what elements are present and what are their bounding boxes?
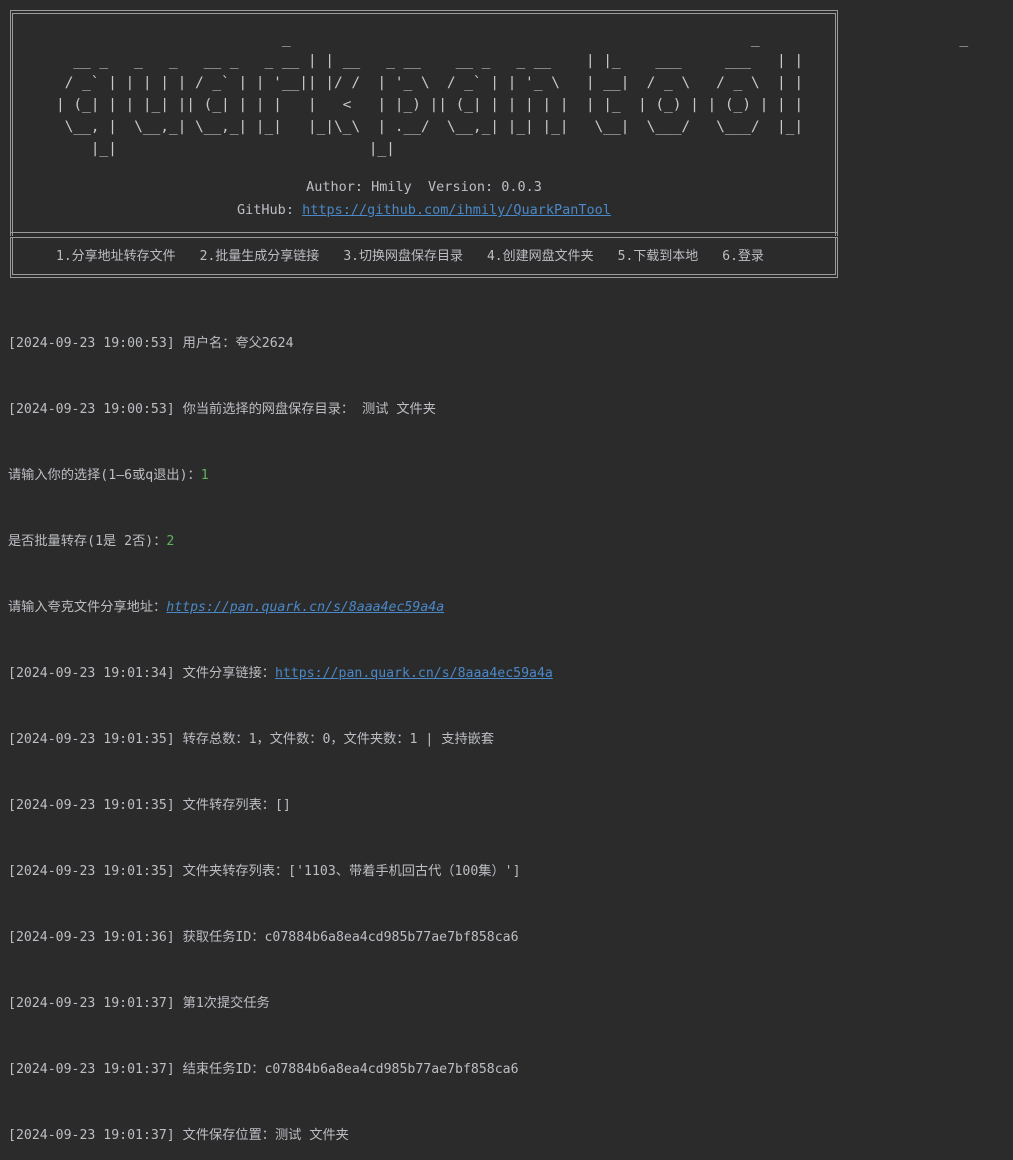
log-line: [2024-09-23 19:01:37] 结束任务ID：c07884b6a8e…: [8, 1062, 519, 1077]
prompt-line: 是否批量转存(1是 2否)：2: [8, 531, 553, 553]
log-text: [2024-09-23 19:01:34] 文件分享链接：: [8, 666, 275, 681]
menu-item-switch-dir: 3.切换网盘保存目录: [343, 249, 463, 264]
prompt-line: 请输入你的选择(1—6或q退出)：1: [8, 465, 553, 487]
log-line: [2024-09-23 19:01:36] 获取任务ID：c07884b6a8e…: [8, 930, 519, 945]
github-link[interactable]: https://github.com/ihmily/QuarkPanTool: [302, 202, 611, 218]
ascii-logo: _ _ _ __ _ _ _ __ _ _ __ | | __ _ __ __ …: [56, 30, 969, 157]
log-line: [2024-09-23 19:01:35] 文件转存列表：[]: [8, 798, 291, 813]
log-line: [2024-09-23 19:01:35] 文件夹转存列表：['1103、带着手…: [8, 864, 521, 879]
menu-item-download: 5.下载到本地: [617, 249, 699, 264]
menu-item-batch-share: 2.批量生成分享链接: [199, 249, 320, 264]
prompt-text: 请输入你的选择(1—6或q退出)：: [8, 468, 201, 483]
share-url-input[interactable]: https://pan.quark.cn/s/8aaa4ec59a4a: [166, 600, 444, 615]
prompt-text: 请输入夸克文件分享地址：: [8, 600, 167, 615]
console-log: [2024-09-23 19:00:53] 用户名：夸父2624 [2024-0…: [8, 289, 553, 1160]
github-line: GitHub: https://github.com/ihmily/QuarkP…: [10, 202, 838, 218]
log-line: [2024-09-23 19:01:34] 文件分享链接：https://pan…: [8, 663, 553, 685]
main-menu: 1.分享地址转存文件 2.批量生成分享链接 3.切换网盘保存目录 4.创建网盘文…: [56, 245, 788, 264]
terminal-window[interactable]: _ _ _ __ _ _ _ __ _ _ __ | | __ _ __ __ …: [0, 0, 1013, 1143]
menu-item-create-folder: 4.创建网盘文件夹: [486, 249, 594, 264]
github-label: GitHub:: [237, 202, 303, 218]
menu-item-transfer: 1.分享地址转存文件: [56, 249, 176, 264]
author-version-text: Author: Hmily Version: 0.0.3: [306, 179, 542, 195]
user-input-value: 2: [166, 534, 175, 549]
prompt-text: 是否批量转存(1是 2否)：: [8, 534, 167, 549]
user-input-value: 1: [200, 468, 209, 483]
share-link[interactable]: https://pan.quark.cn/s/8aaa4ec59a4a: [275, 666, 553, 681]
log-line: [2024-09-23 19:01:37] 文件保存位置：测试 文件夹: [8, 1128, 349, 1143]
log-line: [2024-09-23 19:01:37] 第1次提交任务: [8, 996, 270, 1011]
prompt-line: 请输入夸克文件分享地址：https://pan.quark.cn/s/8aaa4…: [8, 597, 553, 619]
menu-item-login: 6.登录: [722, 249, 764, 264]
log-line: [2024-09-23 19:00:53] 用户名：夸父2624: [8, 336, 294, 351]
banner-box: _ _ _ __ _ _ _ __ _ _ __ | | __ _ __ __ …: [10, 10, 968, 278]
log-line: [2024-09-23 19:01:35] 转存总数：1，文件数：0，文件夹数：…: [8, 732, 495, 747]
log-line: [2024-09-23 19:00:53] 你当前选择的网盘保存目录： 测试 文…: [8, 402, 436, 417]
